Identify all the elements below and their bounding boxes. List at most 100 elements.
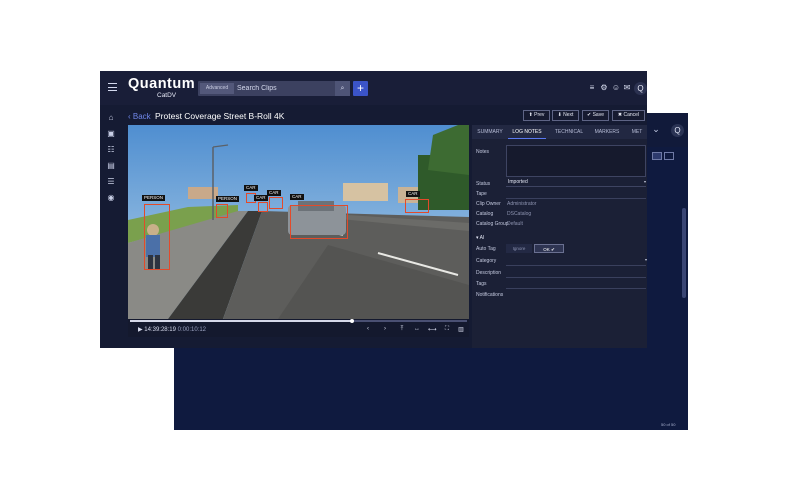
notes-field[interactable] [506, 145, 646, 177]
catalog-group-value: Default [507, 221, 523, 227]
catdv-logo: CatDV [157, 92, 177, 99]
search-icon[interactable]: ⌕ [335, 81, 350, 96]
clip-title: Protest Coverage Street B-Roll 4K [155, 111, 285, 121]
description-field[interactable] [506, 277, 646, 278]
detection-label: PERSON [142, 195, 166, 201]
list-icon[interactable]: ▤ [106, 161, 116, 171]
step-back-icon[interactable]: ‹ [364, 326, 372, 332]
tab-technical[interactable]: TECHNICAL [550, 125, 588, 139]
status-select[interactable]: Imported ▾ [506, 178, 646, 187]
auto-tag-ok-label: OK [543, 247, 550, 252]
next-label: Next [563, 112, 574, 118]
tags-field[interactable] [506, 288, 646, 289]
status-label: Status [476, 181, 491, 187]
player-controls: ▶ 14:39:28:19 0:00:10:12 ‹ › ⤒ ↔ ⟷ ⛶ ▥ [128, 319, 469, 337]
quantum-logo: Quantum [128, 76, 196, 92]
auto-tag-ignore-button[interactable]: Ignore [506, 244, 532, 253]
hierarchy-icon[interactable]: ☷ [106, 145, 116, 155]
detection-box [216, 204, 228, 218]
home-icon[interactable]: ⌂ [106, 113, 116, 123]
tape-field[interactable] [506, 198, 646, 199]
progress-fill [130, 320, 353, 322]
timecode: ▶ 14:39:28:19 0:00:10:12 [138, 327, 207, 333]
back-label: Back [132, 112, 151, 121]
dropdown-caret-icon: ▾ [643, 179, 646, 184]
ai-label: AI [479, 235, 485, 241]
tape-label: Tape [476, 191, 487, 197]
progress-knob[interactable] [350, 319, 355, 323]
mark-out-icon[interactable]: ↔ [413, 326, 421, 332]
metadata-panel: SUMMARY LOG NOTES TECHNICAL MARKERS MET … [472, 125, 647, 348]
detection-label: PERSON [216, 196, 240, 202]
detection-label: CAR [290, 194, 304, 200]
clip-detail-window: Quantum CatDV Advanced ⌕ + ≡ ⚙ ☺ ✉ Q ⌂ ▣… [100, 71, 647, 348]
playback-progress[interactable] [130, 319, 467, 323]
scrollbar[interactable] [682, 208, 686, 298]
clip-owner-value: Administrator [507, 201, 537, 207]
advanced-search-button[interactable]: Advanced [200, 83, 234, 94]
detection-box [405, 199, 429, 213]
search-input[interactable] [237, 82, 333, 95]
fullscreen-icon[interactable]: ⛶ [443, 326, 451, 333]
current-timecode: 14:39:28:19 [144, 327, 176, 333]
chevron-down-icon[interactable]: ⌄ [650, 123, 662, 135]
video-frame[interactable]: PERSON PERSON CAR CAR CAR CAR CAR [128, 125, 469, 319]
check-circle-icon[interactable]: ◉ [106, 193, 116, 203]
clip-owner-label: Clip Owner [476, 201, 501, 207]
category-label: Category [476, 258, 497, 264]
loop-icon[interactable]: ⟷ [428, 326, 437, 333]
avatar[interactable]: Q [634, 82, 647, 95]
next-button[interactable]: ⬇ Next [552, 110, 579, 121]
user-icon[interactable]: ☺ [611, 83, 621, 93]
step-forward-icon[interactable]: › [381, 326, 389, 332]
add-clip-button[interactable]: + [353, 81, 368, 96]
detection-box [269, 197, 283, 209]
list-menu-icon[interactable]: ≡ [587, 83, 597, 93]
notes-label: Notes [476, 149, 490, 155]
detection-box [258, 202, 268, 212]
clip-duration: 0:00:10:12 [177, 327, 207, 333]
app-header: Quantum CatDV Advanced ⌕ + ≡ ⚙ ☺ ✉ Q [100, 71, 647, 105]
auto-tag-ok-button[interactable]: OK ✔ [534, 244, 564, 253]
back-link[interactable]: ‹ Back [128, 112, 151, 121]
hamburger-menu-icon[interactable] [108, 83, 117, 92]
prev-label: Prev [534, 112, 545, 118]
grid-view-icon[interactable] [652, 152, 662, 160]
notifications-label: Notifications [476, 292, 504, 298]
detection-label: CAR [244, 185, 258, 191]
save-label: Save [592, 112, 604, 118]
tab-summary[interactable]: SUMMARY [474, 125, 506, 139]
tab-markers[interactable]: MARKERS [590, 125, 624, 139]
prev-button[interactable]: ⬆ Prev [523, 110, 550, 121]
ai-section-toggle[interactable]: ▾ AI [476, 235, 484, 241]
catalog-label: Catalog [476, 211, 494, 217]
category-select[interactable] [506, 265, 646, 266]
catalog-group-label: Catalog Group [476, 221, 509, 227]
page-count: 50 of 50 [661, 422, 676, 427]
auto-tag-label: Auto Tag [476, 246, 496, 252]
menu-lines-icon[interactable]: ☰ [106, 177, 116, 187]
left-navigation: ⌂ ▣ ☷ ▤ ☰ ◉ [100, 105, 122, 348]
detection-box [144, 204, 170, 270]
list-view-icon[interactable] [664, 152, 674, 160]
description-label: Description [476, 270, 502, 276]
chat-icon[interactable]: ✉ [622, 83, 632, 93]
briefcase-icon[interactable]: ▣ [106, 129, 116, 139]
tab-metadata[interactable]: MET [627, 125, 647, 139]
avatar[interactable]: Q [671, 124, 684, 137]
gear-icon[interactable]: ⚙ [599, 83, 609, 93]
tab-log-notes[interactable]: LOG NOTES [508, 125, 546, 139]
save-button[interactable]: ✔ Save [582, 110, 609, 121]
detection-label: CAR [254, 195, 268, 201]
metadata-tabs: SUMMARY LOG NOTES TECHNICAL MARKERS MET [472, 125, 647, 139]
detection-box [290, 205, 348, 239]
catalog-value: DSCatalog [507, 211, 532, 217]
audio-levels-icon[interactable]: ▥ [457, 326, 465, 333]
cancel-label: Cancel [623, 112, 640, 118]
tags-label: Tags [476, 281, 487, 287]
detection-label: CAR [267, 190, 281, 196]
search-bar: Advanced ⌕ [198, 81, 350, 96]
mark-in-icon[interactable]: ⤒ [398, 326, 406, 333]
status-value: Imported [508, 179, 528, 185]
cancel-button[interactable]: ✖ Cancel [612, 110, 645, 121]
